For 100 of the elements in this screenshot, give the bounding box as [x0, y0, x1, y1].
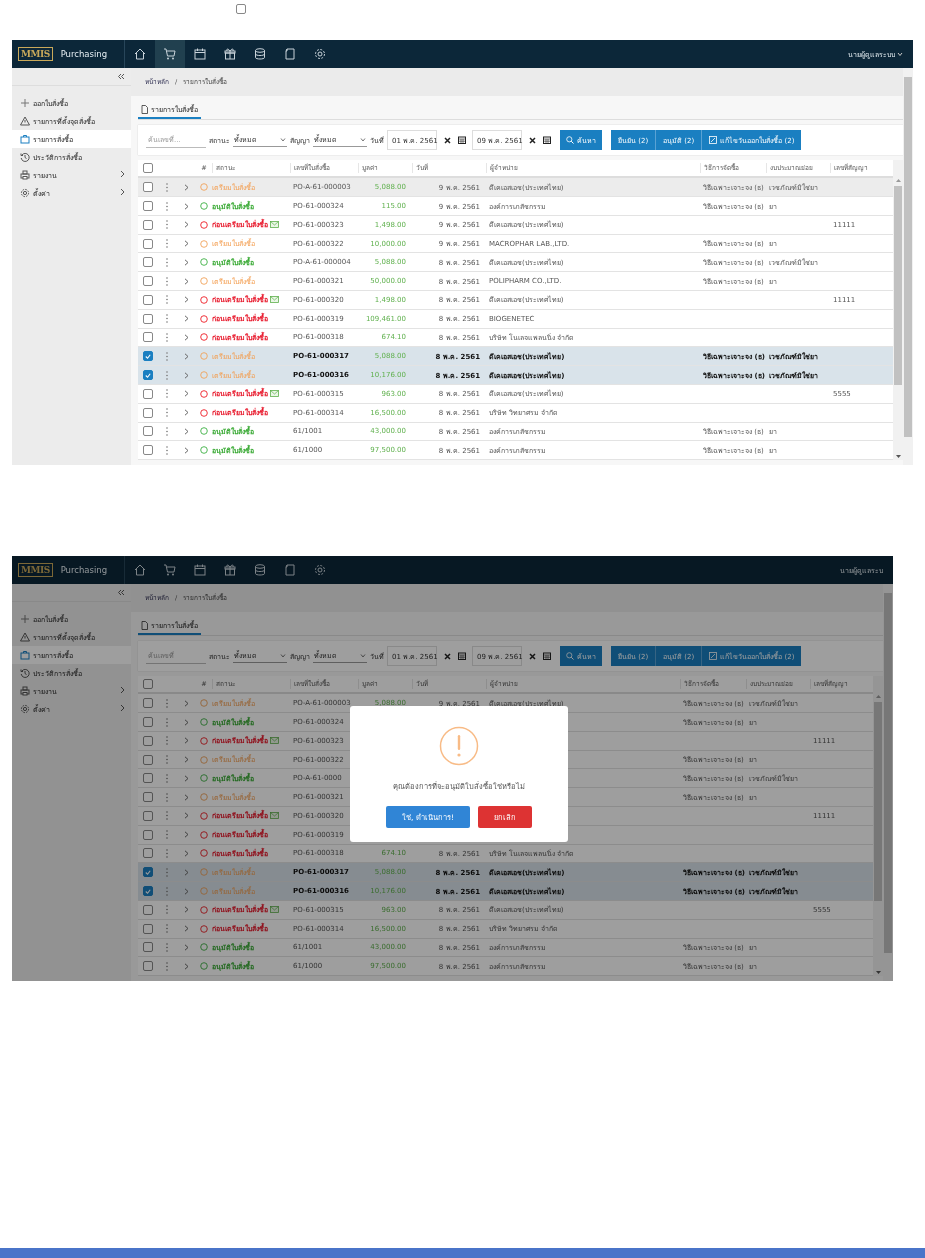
chevron-right-icon[interactable] [183, 962, 189, 970]
chevron-right-icon[interactable] [183, 183, 189, 191]
row-checkbox[interactable] [143, 388, 153, 399]
row-checkbox[interactable] [143, 961, 153, 972]
gift-icon [223, 563, 237, 577]
close-icon[interactable] [444, 652, 451, 660]
gear-icon [20, 704, 30, 714]
app-title: Purchasing [60, 565, 108, 575]
scroll-up-icon [895, 179, 901, 182]
document-icon [141, 620, 148, 630]
row-checkbox[interactable] [143, 426, 153, 437]
chevron-right-icon[interactable] [183, 240, 189, 248]
select-all-checkbox[interactable] [143, 163, 153, 174]
select-all-checkbox[interactable] [143, 679, 153, 690]
scrollbar[interactable] [873, 676, 883, 976]
chevron-right-icon[interactable] [183, 887, 189, 895]
row-checkbox[interactable] [143, 201, 153, 211]
chevron-right-icon[interactable] [183, 737, 189, 745]
row-checkbox[interactable] [143, 294, 153, 305]
row-checkbox[interactable] [143, 219, 153, 230]
row-checkbox[interactable] [143, 735, 153, 746]
row-checkbox[interactable] [143, 829, 153, 840]
scrollbar[interactable] [893, 160, 903, 460]
scroll-up-icon [875, 695, 881, 698]
warning-icon [20, 632, 30, 642]
row-checkbox[interactable] [143, 848, 153, 859]
chevron-right-icon[interactable] [183, 831, 189, 839]
row-checkbox[interactable] [143, 773, 153, 784]
row-checkbox[interactable] [143, 698, 153, 709]
row-checkbox[interactable] [143, 923, 153, 934]
chevron-right-icon[interactable] [183, 446, 189, 454]
row-checkbox[interactable] [143, 332, 153, 343]
document-icon [283, 563, 297, 577]
row-checkbox[interactable] [143, 370, 153, 381]
close-icon[interactable] [529, 136, 536, 144]
calendar-icon [193, 563, 207, 577]
chevron-right-icon[interactable] [183, 756, 189, 764]
chevron-right-icon[interactable] [183, 943, 189, 951]
chevron-right-icon[interactable] [183, 390, 189, 398]
chevron-right-icon[interactable] [183, 315, 189, 323]
scrollbar[interactable] [883, 584, 893, 981]
row-checkbox[interactable] [143, 276, 153, 287]
chevron-right-icon[interactable] [183, 427, 189, 435]
chevron-right-icon[interactable] [183, 277, 189, 285]
chevron-right-icon[interactable] [183, 296, 189, 304]
chevron-right-icon[interactable] [183, 371, 189, 379]
row-checkbox[interactable] [143, 792, 153, 803]
row-checkbox[interactable] [143, 313, 153, 324]
chevron-right-icon[interactable] [183, 906, 189, 914]
checkbox[interactable] [236, 4, 246, 14]
row-checkbox[interactable] [143, 182, 153, 193]
gear-icon [313, 563, 327, 577]
printer-icon [20, 686, 30, 696]
row-checkbox[interactable] [143, 717, 153, 727]
row-checkbox[interactable] [143, 886, 153, 897]
calendar-icon[interactable] [543, 652, 551, 660]
search-icon [566, 652, 574, 660]
chevron-right-icon[interactable] [183, 202, 189, 210]
scroll-down-icon [875, 971, 881, 974]
chevron-right-icon[interactable] [183, 850, 189, 857]
row-checkbox[interactable] [143, 867, 153, 878]
chevron-right-icon[interactable] [183, 221, 189, 229]
home-icon [133, 563, 147, 577]
row-checkbox[interactable] [143, 445, 153, 456]
chevron-right-icon[interactable] [183, 409, 189, 417]
chevron-right-icon[interactable] [183, 812, 189, 820]
row-checkbox[interactable] [143, 257, 153, 268]
calendar-icon[interactable] [543, 136, 551, 144]
row-checkbox[interactable] [143, 942, 153, 953]
bag-icon [20, 134, 30, 144]
plus-icon [20, 614, 30, 624]
close-icon[interactable] [444, 136, 451, 144]
cart-nav-button[interactable] [155, 40, 185, 68]
row-checkbox[interactable] [143, 810, 153, 821]
chevron-right-icon[interactable] [183, 699, 189, 707]
gear-icon [313, 47, 327, 61]
calendar-icon[interactable] [458, 652, 466, 660]
collapse-icon[interactable] [117, 73, 125, 80]
chevron-right-icon[interactable] [183, 352, 189, 360]
logo: MMIS [18, 47, 53, 61]
scrollbar[interactable] [903, 68, 913, 465]
history-icon [20, 668, 30, 678]
row-checkbox[interactable] [143, 904, 153, 915]
row-checkbox[interactable] [143, 238, 153, 249]
chevron-right-icon[interactable] [183, 868, 189, 876]
home-icon [133, 47, 147, 61]
chevron-right-icon[interactable] [183, 718, 189, 726]
close-icon[interactable] [529, 652, 536, 660]
chevron-right-icon[interactable] [183, 258, 189, 266]
printer-icon [20, 170, 30, 180]
caret-icon [360, 653, 366, 658]
calendar-icon[interactable] [458, 136, 466, 144]
chevron-right-icon[interactable] [183, 793, 189, 801]
row-checkbox[interactable] [143, 754, 153, 765]
chevron-right-icon[interactable] [183, 334, 189, 341]
row-checkbox[interactable] [143, 407, 153, 418]
chevron-right-icon[interactable] [183, 925, 189, 933]
collapse-icon[interactable] [117, 589, 125, 596]
chevron-right-icon[interactable] [183, 774, 189, 782]
row-checkbox[interactable] [143, 351, 153, 362]
